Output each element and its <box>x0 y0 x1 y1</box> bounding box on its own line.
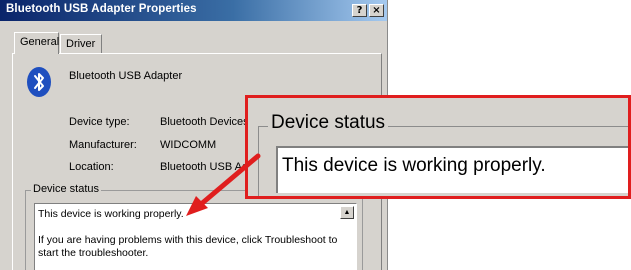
tab-general-label: General <box>20 36 60 48</box>
pointer-arrow <box>186 153 261 216</box>
tab-general[interactable]: General <box>14 32 59 54</box>
